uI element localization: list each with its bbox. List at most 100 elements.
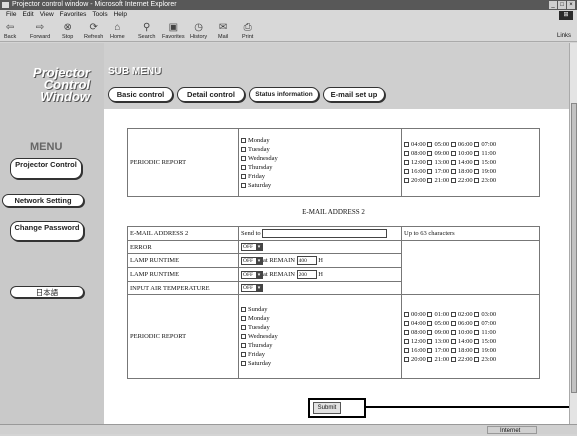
scrollbar-thumb[interactable] — [571, 103, 577, 393]
search-button[interactable]: ⚲ Search — [138, 22, 155, 40]
hour-checkbox[interactable]: 10:00 — [450, 150, 473, 157]
hour-checkbox[interactable]: 08:00 — [404, 150, 426, 157]
day-checkbox[interactable]: Thursday — [241, 341, 399, 350]
hour-checkbox[interactable]: 13:00 — [427, 159, 449, 166]
mail-button[interactable]: ✉ Mail — [218, 22, 228, 40]
hour-checkbox[interactable]: 15:00 — [474, 159, 496, 166]
links-button[interactable]: Links — [557, 33, 571, 39]
toolbar: ⇦ Back ⇨ Forward ⊗ Stop ⟳ Refresh ⌂ Home ⚲ Sea… — [0, 20, 577, 42]
email-hint: Up to 63 characters — [401, 226, 540, 241]
hour-checkbox[interactable]: 12:00 — [404, 159, 426, 166]
hour-checkbox[interactable]: 17:00 — [427, 168, 449, 175]
hour-checkbox[interactable]: 20:00 — [404, 177, 426, 184]
submit-button[interactable]: Submit — [313, 402, 341, 414]
tab-email-setup[interactable]: E-mail set up — [323, 87, 385, 102]
vertical-scrollbar[interactable] — [569, 43, 577, 424]
network-setting-button[interactable]: Network Setting — [2, 194, 84, 207]
hour-checkbox[interactable]: 20:00 — [404, 356, 426, 363]
hour-checkbox[interactable]: 07:00 — [474, 320, 496, 327]
hour-checkbox[interactable]: 05:00 — [427, 141, 449, 148]
lamp-runtime-label-1: LAMP RUNTIME — [127, 253, 239, 268]
hour-checkbox[interactable]: 00:00 — [404, 311, 426, 318]
history-button[interactable]: ◷ History — [190, 22, 207, 40]
hour-checkbox[interactable]: 19:00 — [474, 347, 496, 354]
tab-basic-control[interactable]: Basic control — [108, 87, 173, 102]
favorites-button[interactable]: ▣ Favorites — [162, 22, 185, 40]
day-checkbox[interactable]: Thursday — [241, 163, 399, 172]
day-checkbox[interactable]: Friday — [241, 350, 399, 359]
hour-checkbox[interactable]: 14:00 — [450, 159, 473, 166]
home-button[interactable]: ⌂ Home — [110, 22, 125, 40]
menu-view[interactable]: View — [40, 11, 54, 18]
hour-checkbox[interactable]: 13:00 — [427, 338, 449, 345]
email-address-input[interactable] — [262, 229, 388, 238]
hour-checkbox[interactable]: 21:00 — [427, 177, 449, 184]
hour-checkbox[interactable]: 15:00 — [474, 338, 496, 345]
hour-checkbox[interactable]: 18:00 — [450, 168, 473, 175]
day-checkbox[interactable]: Wednesday — [241, 154, 399, 163]
day-checkbox-group-2: Sunday Monday Tuesday Wednesday Thursday… — [238, 294, 402, 379]
hour-checkbox[interactable]: 07:00 — [474, 141, 496, 148]
hour-checkbox[interactable]: 22:00 — [450, 177, 473, 184]
minimize-button[interactable]: _ — [549, 1, 557, 9]
hour-checkbox[interactable]: 18:00 — [450, 347, 473, 354]
lamp-remain-input-1[interactable]: 400 — [296, 256, 317, 265]
hour-checkbox[interactable]: 22:00 — [450, 356, 473, 363]
day-checkbox[interactable]: Tuesday — [241, 323, 399, 332]
change-password-button[interactable]: Change Password — [10, 221, 84, 241]
hour-checkbox[interactable]: 04:00 — [404, 141, 426, 148]
maximize-button[interactable]: □ — [558, 1, 566, 9]
hour-checkbox[interactable]: 21:00 — [427, 356, 449, 363]
hour-checkbox[interactable]: 16:00 — [404, 168, 426, 175]
stop-button[interactable]: ⊗ Stop — [62, 22, 73, 40]
tab-detail-control[interactable]: Detail control — [177, 87, 245, 102]
japanese-language-button[interactable]: 日本語 — [10, 286, 84, 298]
day-checkbox[interactable]: Saturday — [241, 181, 399, 190]
print-button[interactable]: ⎙ Print — [242, 22, 253, 40]
hour-checkbox[interactable]: 06:00 — [450, 320, 473, 327]
hour-checkbox[interactable]: 10:00 — [450, 329, 473, 336]
hour-checkbox[interactable]: 12:00 — [404, 338, 426, 345]
menu-title: MENU — [30, 141, 63, 153]
lamp-runtime-select-1[interactable]: OFF — [241, 256, 263, 265]
hour-checkbox[interactable]: 01:00 — [427, 311, 449, 318]
hour-checkbox[interactable]: 19:00 — [474, 168, 496, 175]
close-button[interactable]: × — [567, 1, 575, 9]
projector-control-button[interactable]: Projector Control — [10, 158, 82, 179]
hour-checkbox[interactable]: 14:00 — [450, 338, 473, 345]
hour-checkbox[interactable]: 06:00 — [450, 141, 473, 148]
forward-button[interactable]: ⇨ Forward — [30, 22, 50, 40]
hour-checkbox[interactable]: 11:00 — [474, 329, 496, 336]
menu-file[interactable]: File — [6, 11, 16, 18]
refresh-button[interactable]: ⟳ Refresh — [84, 22, 103, 40]
error-select[interactable]: OFF — [241, 243, 263, 251]
day-checkbox[interactable]: Wednesday — [241, 332, 399, 341]
menu-edit[interactable]: Edit — [22, 11, 33, 18]
menu-favorites[interactable]: Favorites — [60, 11, 87, 18]
menu-tools[interactable]: Tools — [92, 11, 107, 18]
lamp-runtime-select-2[interactable]: OFF — [241, 270, 263, 279]
hour-checkbox[interactable]: 23:00 — [474, 177, 496, 184]
hour-checkbox[interactable]: 02:00 — [450, 311, 473, 318]
day-checkbox[interactable]: Friday — [241, 172, 399, 181]
hour-checkbox[interactable]: 17:00 — [427, 347, 449, 354]
hour-checkbox[interactable]: 16:00 — [404, 347, 426, 354]
menu-help[interactable]: Help — [114, 11, 127, 18]
hour-checkbox[interactable]: 11:00 — [474, 150, 496, 157]
day-checkbox[interactable]: Sunday — [241, 305, 399, 314]
hour-checkbox[interactable]: 09:00 — [427, 329, 449, 336]
hour-checkbox[interactable]: 05:00 — [427, 320, 449, 327]
hour-checkbox[interactable]: 09:00 — [427, 150, 449, 157]
hour-checkbox[interactable]: 03:00 — [474, 311, 496, 318]
hour-checkbox[interactable]: 23:00 — [474, 356, 496, 363]
tab-status-information[interactable]: Status information — [249, 87, 319, 102]
day-checkbox[interactable]: Monday — [241, 314, 399, 323]
input-air-temperature-select[interactable]: OFF — [241, 284, 263, 292]
lamp-remain-input-2[interactable]: 200 — [296, 270, 317, 279]
hour-checkbox[interactable]: 08:00 — [404, 329, 426, 336]
hour-checkbox[interactable]: 04:00 — [404, 320, 426, 327]
day-checkbox[interactable]: Tuesday — [241, 145, 399, 154]
day-checkbox[interactable]: Monday — [241, 136, 399, 145]
day-checkbox[interactable]: Saturday — [241, 359, 399, 368]
back-button[interactable]: ⇦ Back — [4, 22, 16, 40]
